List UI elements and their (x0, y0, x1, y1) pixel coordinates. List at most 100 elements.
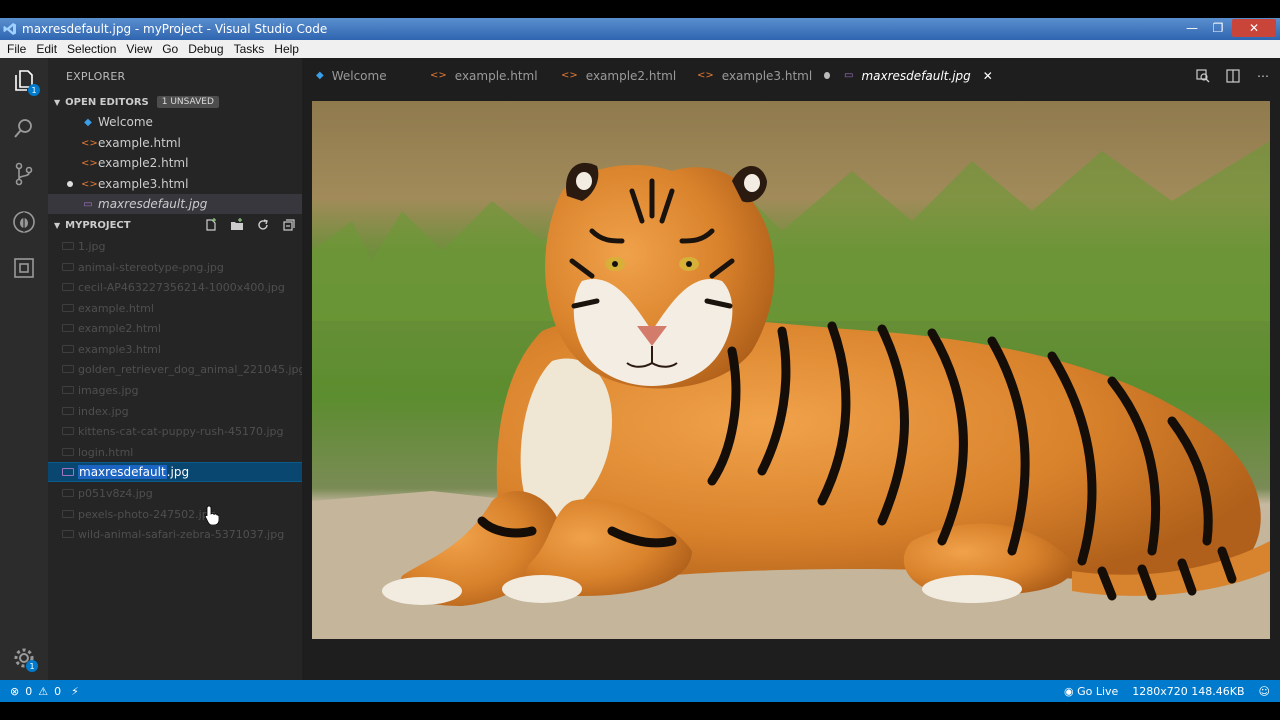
file-item[interactable]: example3.html (48, 339, 302, 359)
image-file-icon (62, 427, 74, 435)
open-editor-label: Welcome (98, 115, 153, 129)
file-label: example2.html (78, 321, 161, 335)
tab-example[interactable]: <> example.html (420, 58, 549, 93)
html-icon: <> (81, 157, 98, 169)
source-control-icon[interactable] (10, 160, 38, 188)
rename-input[interactable]: maxresdefault.jpg (78, 465, 189, 479)
errors-count[interactable]: 0 (25, 685, 32, 698)
open-editor-label: example.html (98, 136, 181, 150)
files-icon[interactable]: 1 (10, 66, 40, 96)
debug-icon[interactable] (10, 208, 38, 236)
rename-extension: .jpg (166, 465, 190, 479)
collapse-all-icon[interactable] (280, 217, 298, 233)
open-editor-label: maxresdefault.jpg (98, 197, 208, 211)
file-label: index.jpg (78, 404, 129, 418)
tiger-image (312, 101, 1270, 639)
image-file-icon (62, 530, 74, 538)
errors-icon[interactable]: ⊗ (10, 685, 19, 698)
html-file-icon (62, 448, 74, 456)
image-editor (302, 93, 1280, 680)
file-label: kittens-cat-cat-puppy-rush-45170.jpg (78, 424, 284, 438)
menu-debug[interactable]: Debug (183, 42, 228, 56)
image-file-icon (62, 407, 74, 415)
file-item[interactable]: login.html (48, 442, 302, 462)
feedback-smiley-icon[interactable]: ☺ (1259, 685, 1270, 698)
new-folder-icon[interactable] (228, 217, 246, 233)
file-item[interactable]: cecil-AP463227356214-1000x400.jpg (48, 277, 302, 297)
project-header[interactable]: ▼ MYPROJECT (48, 214, 302, 236)
menu-tasks[interactable]: Tasks (229, 42, 270, 56)
menu-edit[interactable]: Edit (31, 42, 62, 56)
file-item[interactable]: example.html (48, 298, 302, 318)
rename-selection: maxresdefault (78, 465, 167, 479)
tab-label: example3.html (721, 68, 813, 83)
new-file-icon[interactable] (202, 217, 220, 233)
open-editor-maxresdefault[interactable]: ▭ maxresdefault.jpg (48, 194, 302, 214)
html-icon: <> (81, 137, 98, 149)
file-item[interactable]: index.jpg (48, 401, 302, 421)
html-file-icon (62, 345, 74, 353)
warnings-icon[interactable]: ⚠ (38, 685, 48, 698)
open-editor-example3[interactable]: <> example3.html (48, 174, 302, 194)
explorer-sidebar: EXPLORER ▼ OPEN EDITORS 1 UNSAVED ◆ Welc… (48, 58, 305, 680)
minimize-button[interactable]: — (1180, 19, 1204, 37)
tab-label: example.html (454, 68, 538, 83)
menu-file[interactable]: File (2, 42, 31, 56)
search-icon[interactable] (10, 114, 38, 142)
hand-cursor-icon (205, 505, 219, 525)
status-bar: ⊗ 0 ⚠ 0 ⚡ ◉ Go Live 1280x720 148.46KB ☺ (0, 680, 1280, 702)
more-actions-icon[interactable]: ⋯ (1254, 68, 1272, 84)
close-tab-icon[interactable]: ✕ (983, 69, 993, 83)
tab-maxresdefault[interactable]: ▭ maxresdefault.jpg ✕ (830, 58, 993, 93)
title-bar: maxresdefault.jpg - myProject - Visual S… (0, 18, 1280, 40)
tab-label: Welcome (331, 68, 387, 83)
files-badge: 1 (28, 84, 40, 96)
maximize-button[interactable]: ❐ (1206, 19, 1230, 37)
open-editor-example[interactable]: <> example.html (48, 133, 302, 153)
open-editor-example2[interactable]: <> example2.html (48, 153, 302, 173)
tab-welcome[interactable]: ◆ Welcome (302, 58, 420, 93)
file-label: example.html (78, 301, 154, 315)
file-item[interactable]: kittens-cat-cat-puppy-rush-45170.jpg (48, 421, 302, 441)
refresh-icon[interactable] (254, 217, 272, 233)
file-label: wild-animal-safari-zebra-5371037.jpg (78, 527, 285, 541)
settings-badge: 1 (26, 660, 38, 672)
file-item[interactable]: golden_retriever_dog_animal_221045.jpg (48, 359, 305, 379)
open-preview-icon[interactable] (1194, 68, 1212, 84)
file-label: pexels-photo-247502.jpg (78, 507, 216, 521)
file-item-selected[interactable]: maxresdefault.jpg (48, 462, 302, 482)
file-item[interactable]: images.jpg (48, 380, 302, 400)
file-item[interactable]: pexels-photo-247502.jpg (48, 504, 302, 524)
image-file-icon (62, 263, 74, 271)
extensions-icon[interactable] (10, 254, 38, 282)
file-item[interactable]: animal-stereotype-png.jpg (48, 257, 302, 277)
close-window-button[interactable]: ✕ (1232, 19, 1276, 37)
tab-example3[interactable]: <> example3.html (687, 58, 830, 93)
split-editor-icon[interactable] (1224, 68, 1242, 84)
image-icon: ▭ (844, 70, 854, 81)
menu-help[interactable]: Help (269, 42, 304, 56)
file-label: cecil-AP463227356214-1000x400.jpg (78, 280, 285, 294)
file-item[interactable]: p051v8z4.jpg (48, 483, 302, 503)
tab-label: example2.html (585, 68, 677, 83)
file-label: animal-stereotype-png.jpg (78, 260, 224, 274)
tab-example2[interactable]: <> example2.html (549, 58, 687, 93)
open-editors-header[interactable]: ▼ OPEN EDITORS 1 UNSAVED (48, 91, 302, 113)
file-item[interactable]: example2.html (48, 318, 302, 338)
lightning-icon[interactable]: ⚡ (71, 685, 79, 698)
unsaved-badge: 1 UNSAVED (156, 96, 219, 108)
menu-go[interactable]: Go (157, 42, 183, 56)
menu-bar: File Edit Selection View Go Debug Tasks … (0, 40, 1280, 58)
settings-gear-icon[interactable]: 1 (10, 644, 38, 672)
warnings-count[interactable]: 0 (54, 685, 61, 698)
open-editor-welcome[interactable]: ◆ Welcome (48, 112, 302, 132)
window-title: maxresdefault.jpg - myProject - Visual S… (22, 22, 328, 36)
menu-selection[interactable]: Selection (62, 42, 121, 56)
go-live-button[interactable]: ◉ Go Live (1064, 685, 1118, 698)
image-file-icon (62, 283, 74, 291)
html-icon: <> (430, 70, 447, 81)
file-item[interactable]: 1.jpg (48, 236, 302, 256)
file-item[interactable]: wild-animal-safari-zebra-5371037.jpg (48, 524, 302, 544)
menu-view[interactable]: View (121, 42, 157, 56)
file-label: images.jpg (78, 383, 139, 397)
